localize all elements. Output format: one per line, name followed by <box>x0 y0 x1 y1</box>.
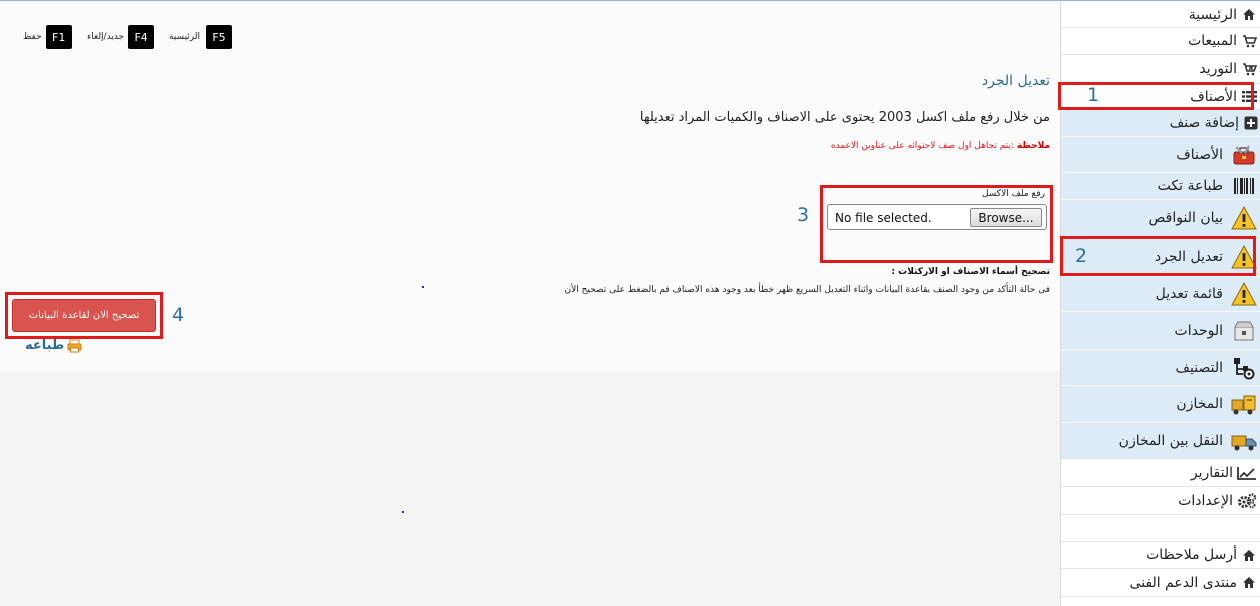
shortcut-home[interactable]: F5 الرئيسية <box>169 25 232 49</box>
home-icon <box>1241 7 1257 23</box>
home-icon <box>1241 575 1257 591</box>
file-status: No file selected. <box>835 211 932 225</box>
sidebar-item-label: التوريد <box>1199 61 1237 77</box>
plus-icon <box>1243 115 1259 131</box>
annotation-number-3: 3 <box>797 204 810 226</box>
sidebar-item-sales[interactable]: المبيعات <box>1061 28 1260 55</box>
print-link[interactable]: طباعه <box>25 338 82 353</box>
file-input[interactable]: No file selected. Browse... <box>827 204 1047 230</box>
sidebar-item-reports[interactable]: التقارير <box>1061 460 1260 487</box>
note-body: :يتم تجاهل اول صف لاحتوائه على عناوين ال… <box>830 141 1017 151</box>
sidebar-item-label: المبيعات <box>1188 33 1237 49</box>
shortcut-label: جديد/إلغاء <box>87 32 125 42</box>
home-icon <box>1241 547 1257 563</box>
sidebar-item-label: التصنيف <box>1175 359 1223 376</box>
sidebar-item-label: الوحدات <box>1174 322 1223 339</box>
intro-text: من خلال رفع ملف اكسل 2003 يحتوى على الاص… <box>639 110 1050 125</box>
sidebar-item-classification[interactable]: التصنيف <box>1061 350 1260 386</box>
shortcut-new-cancel[interactable]: F4 جديد/إلغاء <box>87 25 155 49</box>
sidebar-item-items-list[interactable]: الأصناف <box>1061 137 1260 173</box>
annotation-number-1: 1 <box>1087 84 1100 106</box>
sidebar-item-home[interactable]: الرئيسية <box>1061 2 1260 28</box>
shortcut-key: F4 <box>128 25 155 49</box>
fix-description: فى حالة التأكد من وجود الصنف بقاعدة البي… <box>564 285 1050 295</box>
sidebar-item-label: قائمة تعديل <box>1155 286 1223 302</box>
fix-heading: تصحيح أسماء الاصناف او الاركتلات : <box>891 267 1050 277</box>
upload-label: رفع ملف الاكسل <box>981 189 1045 199</box>
print-label: طباعه <box>25 338 65 353</box>
printer-icon <box>67 339 82 353</box>
fix-highlight-frame: تصحيح الان لقاعدة البيانات <box>5 292 163 339</box>
sidebar-item-add-item[interactable]: إضافة صنف <box>1061 110 1260 137</box>
annotation-number-2: 2 <box>1075 245 1088 267</box>
browse-button[interactable]: Browse... <box>970 208 1042 227</box>
warning-icon <box>1231 281 1257 307</box>
sidebar-item-transfer[interactable]: النقل بين المخازن <box>1061 423 1260 460</box>
warning-icon <box>1231 205 1257 231</box>
sidebar-item-settings[interactable]: الإعدادات <box>1061 487 1260 515</box>
stray-dot <box>422 286 424 288</box>
barcode-icon <box>1231 173 1257 199</box>
truck-icon <box>1231 428 1257 454</box>
sidebar-item-label: التقارير <box>1190 465 1233 481</box>
supply-icon <box>1241 61 1257 77</box>
gears-icon <box>1237 492 1257 509</box>
warehouse-icon <box>1231 391 1257 417</box>
upload-highlight-frame: رفع ملف الاكسل No file selected. Browse.… <box>820 185 1053 263</box>
shortcut-key: F1 <box>45 25 72 49</box>
sidebar-item-label: منتدى الدعم الفنى <box>1129 574 1237 591</box>
sidebar-item-warehouses[interactable]: المخازن <box>1061 386 1260 423</box>
sidebar-item-send-feedback[interactable]: أرسل ملاحظات <box>1061 541 1260 569</box>
sidebar-item-label: الرئيسية <box>1188 6 1237 23</box>
sidebar-item-shortages[interactable]: بيان النواقص <box>1061 200 1260 237</box>
sidebar-item-label: المخازن <box>1176 396 1223 412</box>
main-content: F1 حفظ F4 جديد/إلغاء F5 الرئيسية تعديل ا… <box>0 2 1060 371</box>
note-text: ملاحظة :يتم تجاهل اول صف لاحتوائه على عن… <box>831 141 1050 151</box>
page-title: تعديل الجرد <box>981 73 1050 89</box>
sidebar-item-label: بيان النواقص <box>1148 210 1223 226</box>
note-label: ملاحظة <box>1016 141 1050 151</box>
shortcut-save[interactable]: F1 حفظ <box>23 25 72 49</box>
shortcut-label: حفظ <box>23 32 42 42</box>
cart-icon <box>1241 33 1257 49</box>
sidebar-item-label: الإعدادات <box>1178 492 1233 509</box>
sidebar-item-supply[interactable]: التوريد <box>1061 55 1260 84</box>
sidebar-item-label: النقل بين المخازن <box>1118 433 1223 449</box>
sidebar-item-support-forum[interactable]: منتدى الدعم الفنى <box>1061 569 1260 597</box>
sidebar-item-adjust-list[interactable]: قائمة تعديل <box>1061 277 1260 312</box>
adjust-highlight-frame <box>1060 236 1256 276</box>
tree-icon <box>1231 355 1257 381</box>
sidebar-item-label: طباعة تكت <box>1157 178 1223 194</box>
box-icon <box>1231 318 1257 344</box>
chart-icon <box>1237 465 1257 481</box>
shortcut-label: الرئيسية <box>169 32 200 42</box>
sidebar-item-print-tickets[interactable]: طباعة تكت <box>1061 173 1260 200</box>
sidebar-item-label: إضافة صنف <box>1169 115 1239 131</box>
sidebar-item-label: أرسل ملاحظات <box>1146 547 1237 563</box>
annotation-number-4: 4 <box>172 304 185 326</box>
stray-dot <box>402 511 404 513</box>
sidebar-item-units[interactable]: الوحدات <box>1061 312 1260 350</box>
toolbox-icon <box>1231 142 1257 168</box>
sidebar-item-label: الأصناف <box>1176 146 1223 163</box>
shortcut-key: F5 <box>206 25 232 49</box>
fix-database-button[interactable]: تصحيح الان لقاعدة البيانات <box>12 299 156 332</box>
